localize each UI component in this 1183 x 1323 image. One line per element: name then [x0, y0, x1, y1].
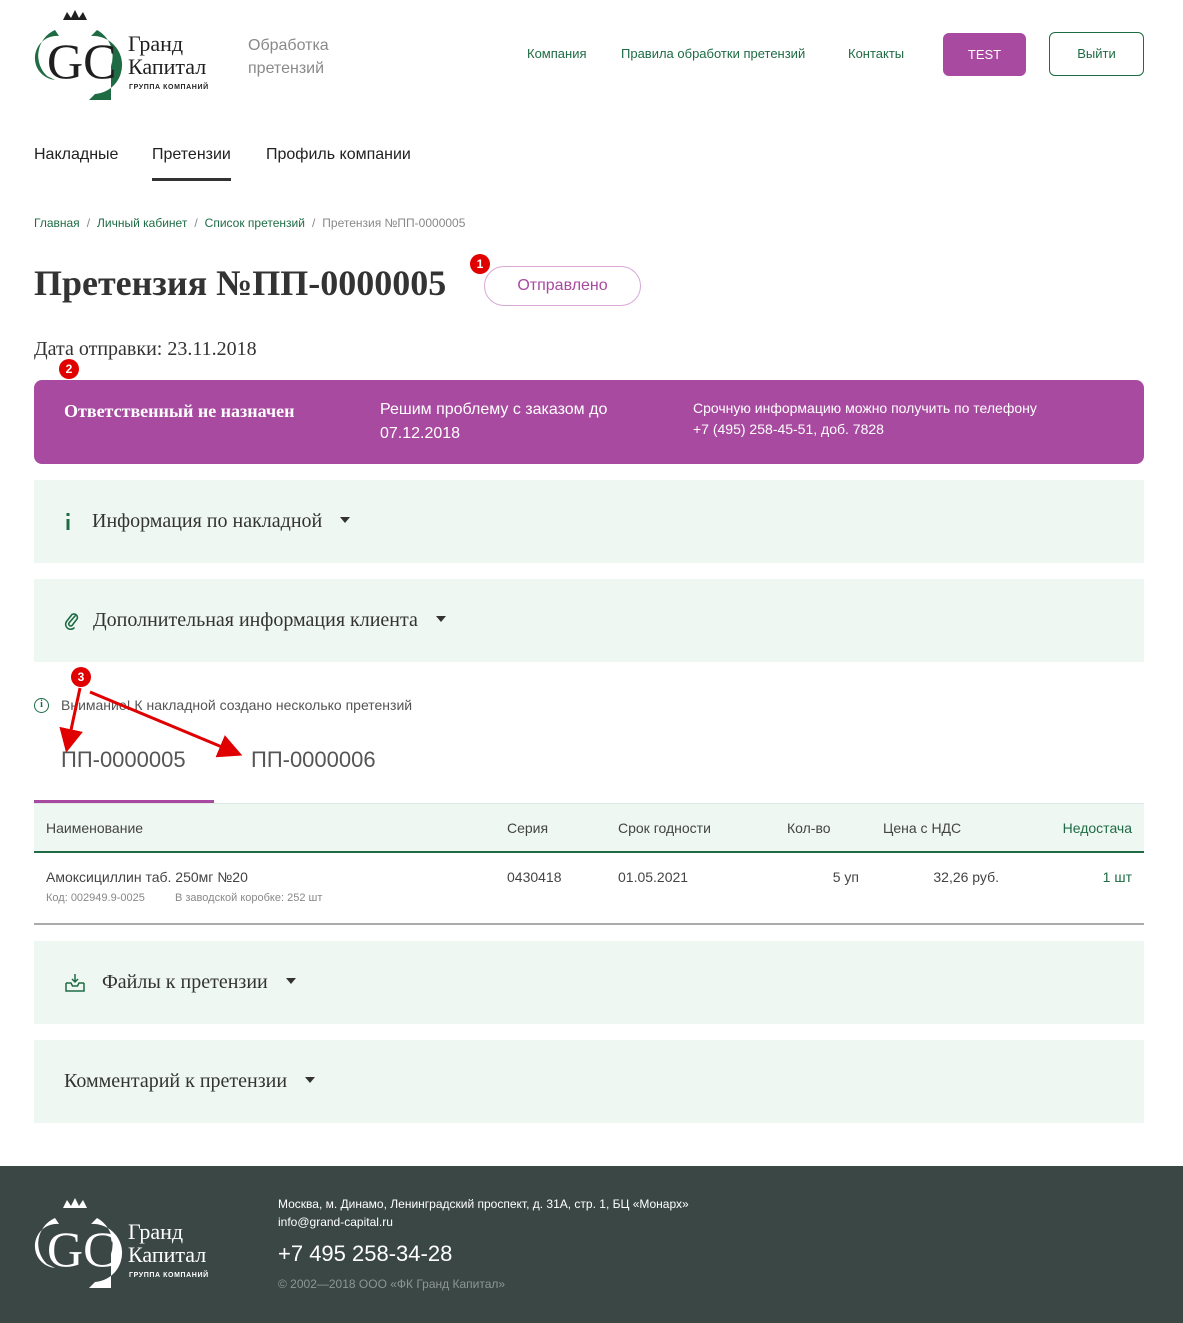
chevron-down-icon: [340, 517, 351, 524]
section-title: Информация по накладной: [92, 480, 351, 563]
footer-address: Москва, м. Динамо, Ленинградский проспек…: [278, 1197, 689, 1211]
item-shortage: 1 шт: [1102, 869, 1132, 885]
claim-tab-pp-0000005[interactable]: ПП-0000005: [61, 747, 186, 773]
column-header-quantity: Кол-во: [787, 820, 831, 836]
tab-company-profile[interactable]: Профиль компании: [266, 146, 411, 164]
section-title: Дополнительная информация клиента: [93, 579, 446, 662]
column-header-price: Цена с НДС: [883, 820, 962, 836]
nav-link-contacts[interactable]: Контакты: [848, 46, 904, 61]
tab-invoices[interactable]: Накладные: [34, 146, 118, 164]
nav-link-company[interactable]: Компания: [527, 46, 587, 61]
app-subtitle: Обработка претензий: [248, 37, 329, 77]
svg-text:GC: GC: [47, 33, 116, 89]
section-invoice-info[interactable]: Информация по накладной: [34, 480, 1144, 563]
breadcrumb-separator: /: [311, 216, 316, 230]
annotation-marker-1: 1: [470, 254, 490, 274]
info-circle-icon: i: [34, 697, 49, 713]
brand-logo[interactable]: GC Гранд Капитал ГРУППА КОМПАНИЙ: [33, 6, 233, 102]
brand-name: Гранд Капитал: [128, 1219, 207, 1267]
responsible-label: Ответственный не назначен: [64, 401, 295, 421]
site-footer: GC Гранд Капитал ГРУППА КОМПАНИЙ Москва,…: [0, 1166, 1183, 1323]
column-header-expiry: Срок годности: [618, 820, 711, 836]
chevron-down-icon: [305, 1077, 316, 1084]
item-box-quantity: В заводской коробке: 252 шт: [175, 892, 323, 904]
item-expiry: 01.05.2021: [618, 869, 689, 885]
chevron-down-icon: [435, 616, 446, 623]
nav-link-claim-rules[interactable]: Правила обработки претензий: [621, 46, 805, 61]
footer-brand-logo[interactable]: GC Гранд Капитал ГРУППА КОМПАНИЙ: [33, 1194, 233, 1290]
section-comment[interactable]: Комментарий к претензии: [34, 1040, 1144, 1123]
svg-text:GC: GC: [47, 1221, 116, 1277]
section-title: Файлы к претензии: [102, 941, 296, 1024]
breadcrumb-account[interactable]: Личный кабинет: [97, 216, 187, 230]
chevron-down-icon: [285, 978, 296, 985]
paperclip-icon: [64, 579, 80, 662]
page-title: Претензия №ПП-0000005: [34, 263, 447, 303]
logo-crown-icon: GC: [34, 1198, 123, 1288]
logo-crown-icon: GC: [34, 10, 123, 100]
claim-tab-pp-0000006[interactable]: ПП-0000006: [251, 747, 376, 773]
claim-status-banner: Ответственный не назначен Решим проблему…: [34, 380, 1144, 464]
footer-phone[interactable]: +7 495 258-34-28: [278, 1241, 452, 1267]
breadcrumb-home[interactable]: Главная: [34, 216, 80, 230]
table-header: Наименование Серия Срок годности Кол-во …: [34, 803, 1144, 853]
send-date: Дата отправки: 23.11.2018: [34, 338, 257, 360]
logout-button[interactable]: Выйти: [1049, 32, 1144, 76]
site-header: GC Гранд Капитал ГРУППА КОМПАНИЙ Обработ…: [0, 0, 1183, 110]
urgent-phone-info: Срочную информацию можно получить по тел…: [693, 400, 1037, 437]
multiple-claims-notice: i Внимание! К накладной создано нескольк…: [34, 697, 412, 713]
test-button[interactable]: TEST: [943, 33, 1026, 76]
item-price: 32,26 руб.: [933, 869, 999, 885]
footer-email-link[interactable]: info@grand-capital.ru: [278, 1215, 393, 1229]
claim-items-table: Наименование Серия Срок годности Кол-во …: [34, 803, 1144, 925]
breadcrumb-separator: /: [86, 216, 91, 230]
tab-claims[interactable]: Претензии: [152, 146, 231, 181]
column-header-series: Серия: [507, 820, 549, 836]
breadcrumb: Главная / Личный кабинет / Список претензий /…: [34, 216, 465, 230]
breadcrumb-current: Претензия №ПП-0000005: [322, 216, 466, 230]
status-badge: Отправлено: [484, 266, 641, 306]
annotation-marker-2: 2: [59, 359, 79, 379]
resolve-deadline: Решим проблему с заказом до 07.12.2018: [380, 401, 608, 442]
breadcrumb-separator: /: [194, 216, 198, 230]
inbox-download-icon: [64, 941, 86, 1024]
column-header-name: Наименование: [46, 820, 144, 836]
item-code: Код: 002949.9-0025: [46, 892, 145, 904]
column-header-shortage: Недостача: [1062, 820, 1132, 836]
annotation-marker-3: 3: [71, 667, 91, 687]
info-icon: [64, 480, 72, 563]
item-quantity: 5 уп: [832, 869, 859, 885]
section-title: Комментарий к претензии: [64, 1040, 316, 1123]
section-files[interactable]: Файлы к претензии: [34, 941, 1144, 1024]
table-row[interactable]: Амоксициллин таб. 250мг №20 Код: 002949.…: [34, 853, 1144, 925]
brand-name: Гранд Капитал: [128, 31, 207, 79]
footer-copyright: © 2002—2018 ООО «ФК Гранд Капитал»: [278, 1277, 506, 1291]
breadcrumb-claims-list[interactable]: Список претензий: [205, 216, 305, 230]
section-client-info[interactable]: Дополнительная информация клиента: [34, 579, 1144, 662]
item-name: Амоксициллин таб. 250мг №20: [46, 869, 248, 885]
brand-group-label: ГРУППА КОМПАНИЙ: [129, 84, 209, 91]
brand-group-label: ГРУППА КОМПАНИЙ: [129, 1272, 209, 1279]
item-series: 0430418: [507, 869, 562, 885]
